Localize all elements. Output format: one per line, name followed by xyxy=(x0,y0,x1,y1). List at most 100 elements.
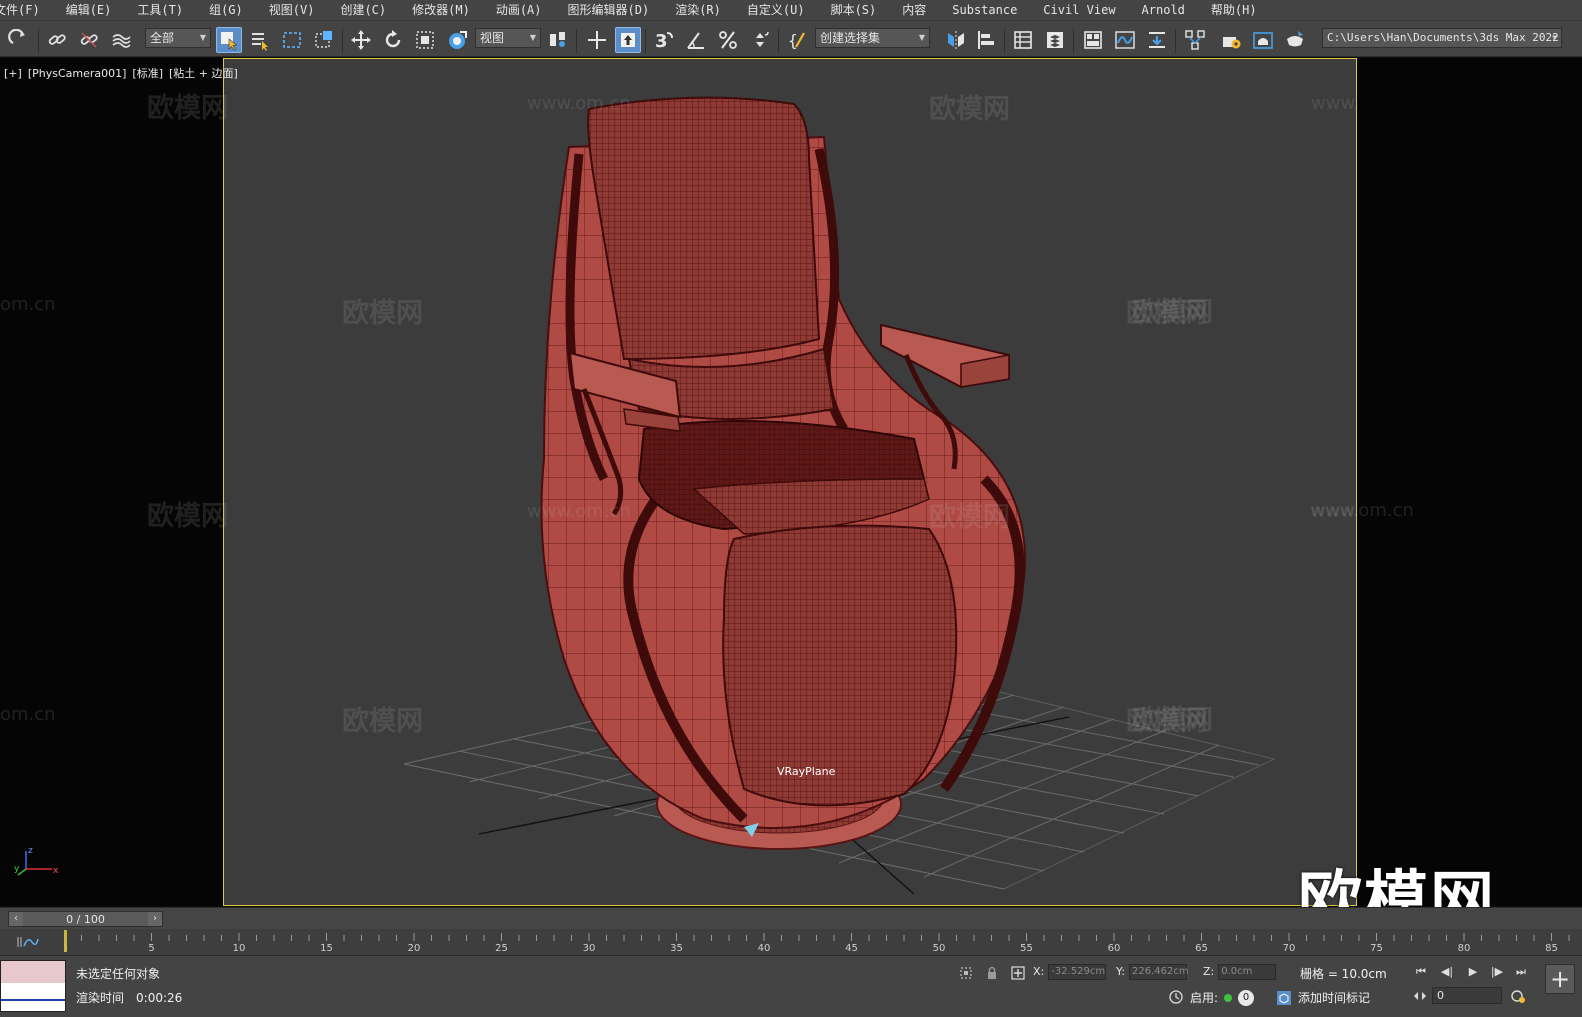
move-icon[interactable] xyxy=(348,27,374,53)
menu-item[interactable]: 动画(A) xyxy=(483,0,555,20)
track-tick-label: 25 xyxy=(495,943,508,954)
viewport-mode-label[interactable]: [粘土 + 边面] xyxy=(169,67,238,80)
next-key-icon[interactable]: |▶ xyxy=(1488,964,1506,980)
axis-gizmo: z x y xyxy=(14,846,59,876)
maxscript-mini-listener[interactable] xyxy=(0,960,66,1012)
add-time-tag-row[interactable]: 添加时间标记 xyxy=(1276,989,1370,1006)
y-coordinate-field[interactable]: 226.462cm xyxy=(1128,964,1189,980)
play-icon[interactable]: ▶ xyxy=(1464,964,1482,980)
mirror-icon[interactable] xyxy=(943,27,969,53)
window-crossing-icon[interactable] xyxy=(311,27,337,53)
pivot-center-icon[interactable] xyxy=(545,27,571,53)
menu-item[interactable]: 内容 xyxy=(889,0,939,20)
named-selection-set-dropdown[interactable]: 创建选择集 ▼ xyxy=(815,28,930,48)
menu-item[interactable]: 修改器(M) xyxy=(399,0,483,20)
enable-count-badge[interactable]: 0 xyxy=(1238,989,1255,1006)
menu-item[interactable]: 渲染(R) xyxy=(662,0,734,20)
adaptive-degradation-icon[interactable] xyxy=(1168,989,1184,1005)
snap-toggle-icon[interactable]: 3 xyxy=(650,27,676,53)
bind-spacewarp-icon[interactable] xyxy=(108,27,134,53)
unlink-icon[interactable] xyxy=(76,27,102,53)
reference-coordinate-dropdown[interactable]: 视图 ▼ xyxy=(475,28,541,48)
isolate-selection-icon[interactable] xyxy=(958,965,974,981)
scale-icon[interactable] xyxy=(412,27,438,53)
rotate-icon[interactable] xyxy=(380,27,406,53)
render-setup-icon[interactable] xyxy=(1218,27,1244,53)
menu-item[interactable]: 图形编辑器(D) xyxy=(555,0,663,20)
prev-frame-arrow-icon[interactable]: ‹ xyxy=(9,912,23,926)
enable-label: 启用: xyxy=(1190,991,1219,1005)
track-bar[interactable]: 0510152025303540455055606570758085 xyxy=(0,929,1582,955)
menu-item[interactable]: Civil View xyxy=(1030,0,1128,20)
menu-item[interactable]: 视图(V) xyxy=(256,0,328,20)
right-viewport-area xyxy=(1357,58,1582,906)
go-to-start-icon[interactable]: ⏮ xyxy=(1412,964,1430,980)
menu-item[interactable]: 创建(C) xyxy=(327,0,399,20)
redo-icon[interactable] xyxy=(6,27,32,53)
menu-item[interactable]: 编辑(E) xyxy=(53,0,125,20)
status-bar: 未选定任何对象 渲染时间 0:00:26 X: -32.529cm Y: 226.46… xyxy=(0,955,1582,1017)
left-viewport-area xyxy=(0,58,223,906)
add-time-tag-label[interactable]: 添加时间标记 xyxy=(1298,989,1370,1006)
go-to-end-icon[interactable]: ⏭ xyxy=(1512,964,1530,980)
select-manipulate-icon[interactable] xyxy=(584,27,610,53)
track-tick-label: 60 xyxy=(1108,943,1121,954)
time-slider[interactable]: ‹ 0 / 100 › xyxy=(8,911,163,927)
track-tick-label: 15 xyxy=(320,943,333,954)
keyboard-shortcut-override-icon[interactable] xyxy=(615,27,641,53)
mini-curve-editor-icon[interactable] xyxy=(14,934,40,950)
layer-explorer-icon[interactable] xyxy=(1042,27,1068,53)
viewport-shading-label[interactable]: [标准] xyxy=(132,67,163,80)
enable-status-dot[interactable] xyxy=(1224,993,1233,1002)
rendered-frame-window-icon[interactable] xyxy=(1250,27,1276,53)
align-icon[interactable] xyxy=(973,27,999,53)
selection-filter-dropdown[interactable]: 全部 ▼ xyxy=(145,28,211,48)
watermark-url: www.om.cn xyxy=(527,93,631,114)
menu-item[interactable]: 脚本(S) xyxy=(818,0,890,20)
project-path-dropdown[interactable]: C:\Users\Han\Documents\3ds Max 2022 ▼ xyxy=(1322,28,1562,48)
svg-text:x: x xyxy=(53,866,59,876)
scene-explorer-icon[interactable] xyxy=(1010,27,1036,53)
menu-item[interactable]: Arnold xyxy=(1129,0,1198,20)
viewport-camera-label[interactable]: [PhysCamera001] xyxy=(28,67,127,80)
angle-snap-icon[interactable] xyxy=(683,27,709,53)
curve-editor-icon[interactable] xyxy=(1112,27,1138,53)
menu-item[interactable]: 自定义(U) xyxy=(734,0,818,20)
material-editor-icon[interactable] xyxy=(1182,27,1208,53)
rectangle-selection-icon[interactable] xyxy=(279,27,305,53)
create-panel-plus-icon[interactable]: + xyxy=(1545,964,1575,994)
viewport-menu-plus[interactable]: [+] xyxy=(4,67,22,80)
absolute-mode-transform-icon[interactable] xyxy=(1010,965,1026,981)
toggle-ribbon-icon[interactable] xyxy=(1080,27,1106,53)
menu-item[interactable]: 工具(T) xyxy=(124,0,196,20)
z-coordinate-field[interactable]: 0.0cm xyxy=(1218,964,1277,980)
link-icon[interactable] xyxy=(44,27,70,53)
schematic-view-icon[interactable] xyxy=(1144,27,1170,53)
place-icon[interactable] xyxy=(444,27,470,53)
menu-item[interactable]: 组(G) xyxy=(196,0,256,20)
select-by-name-icon[interactable] xyxy=(247,27,273,53)
x-coordinate-field[interactable]: -32.529cm xyxy=(1048,964,1107,980)
current-frame-marker[interactable] xyxy=(64,930,67,952)
current-frame-field[interactable]: 0 xyxy=(1432,987,1502,1004)
key-mode-toggle-icon[interactable] xyxy=(1412,988,1428,1004)
camera-viewport[interactable]: www.om.cn 欧模网 www.om.cn 欧模网 欧模网 www.om.c… xyxy=(223,58,1357,906)
svg-text:y: y xyxy=(14,864,20,874)
vray-plane-label: VRayPlane xyxy=(777,765,836,778)
toolbar-separator xyxy=(576,29,577,53)
time-configuration-icon[interactable] xyxy=(1510,988,1526,1004)
selection-lock-icon[interactable] xyxy=(984,965,1000,981)
next-frame-arrow-icon[interactable]: › xyxy=(148,912,162,926)
viewport-label[interactable]: [+] [PhysCamera001] [标准] [粘土 + 边面] xyxy=(4,65,244,81)
previous-key-icon[interactable]: ◀| xyxy=(1438,964,1456,980)
render-time-label: 渲染时间 xyxy=(76,991,125,1005)
track-tick-label: 50 xyxy=(933,943,946,954)
spinner-snap-icon[interactable] xyxy=(747,27,773,53)
menu-item[interactable]: 帮助(H) xyxy=(1198,0,1270,20)
menu-item[interactable]: 文件(F) xyxy=(0,0,53,20)
select-object-icon[interactable] xyxy=(216,27,242,53)
percent-snap-icon[interactable] xyxy=(715,27,741,53)
menu-item[interactable]: Substance xyxy=(939,0,1030,20)
edit-named-selection-icon[interactable]: { xyxy=(784,27,810,53)
render-production-icon[interactable] xyxy=(1282,27,1308,53)
